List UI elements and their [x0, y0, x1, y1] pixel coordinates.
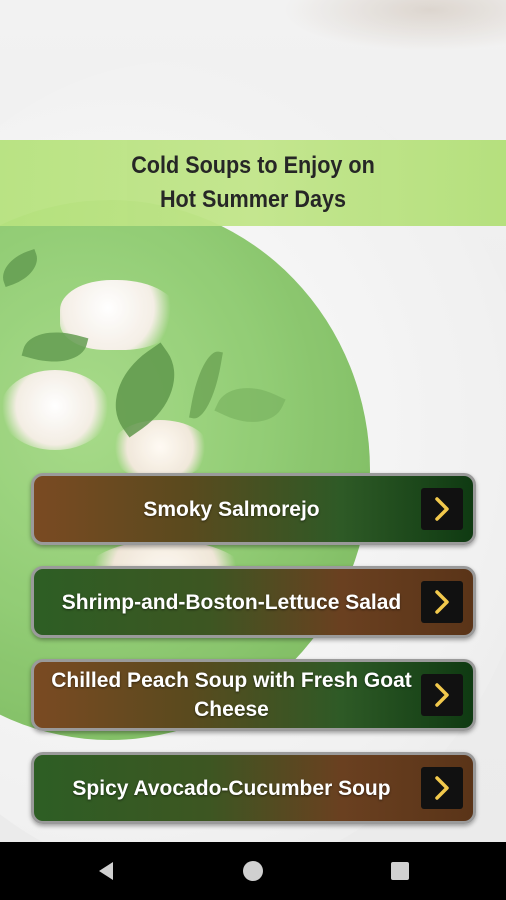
title-banner: Cold Soups to Enjoy on Hot Summer Days	[0, 140, 506, 226]
page-title: Cold Soups to Enjoy on Hot Summer Days	[131, 152, 375, 213]
chevron-right-icon	[421, 488, 463, 530]
recipe-button-avocado-cucumber-soup[interactable]: Spicy Avocado-Cucumber Soup	[31, 752, 476, 824]
home-circle-icon[interactable]	[243, 861, 263, 881]
recipe-button-label: Spicy Avocado-Cucumber Soup	[72, 776, 391, 800]
chevron-right-icon	[421, 767, 463, 809]
system-navigation-bar	[0, 842, 506, 900]
recipe-button-smoky-salmorejo[interactable]: Smoky Salmorejo	[31, 473, 476, 545]
recipe-button-label: Shrimp-and-Boston-Lettuce Salad	[61, 590, 402, 614]
chevron-right-icon	[421, 674, 463, 716]
chevron-right-icon	[421, 581, 463, 623]
recipe-button-label: Chilled Peach Soup with Fresh Goat Chees…	[51, 669, 412, 721]
recipe-button-label: Smoky Salmorejo	[143, 497, 320, 521]
back-triangle-icon[interactable]	[96, 860, 116, 882]
recipe-button-chilled-peach-soup[interactable]: Chilled Peach Soup with Fresh Goat Chees…	[31, 659, 476, 731]
recents-square-icon[interactable]	[391, 862, 409, 880]
recipe-button-shrimp-salad[interactable]: Shrimp-and-Boston-Lettuce Salad	[31, 566, 476, 638]
